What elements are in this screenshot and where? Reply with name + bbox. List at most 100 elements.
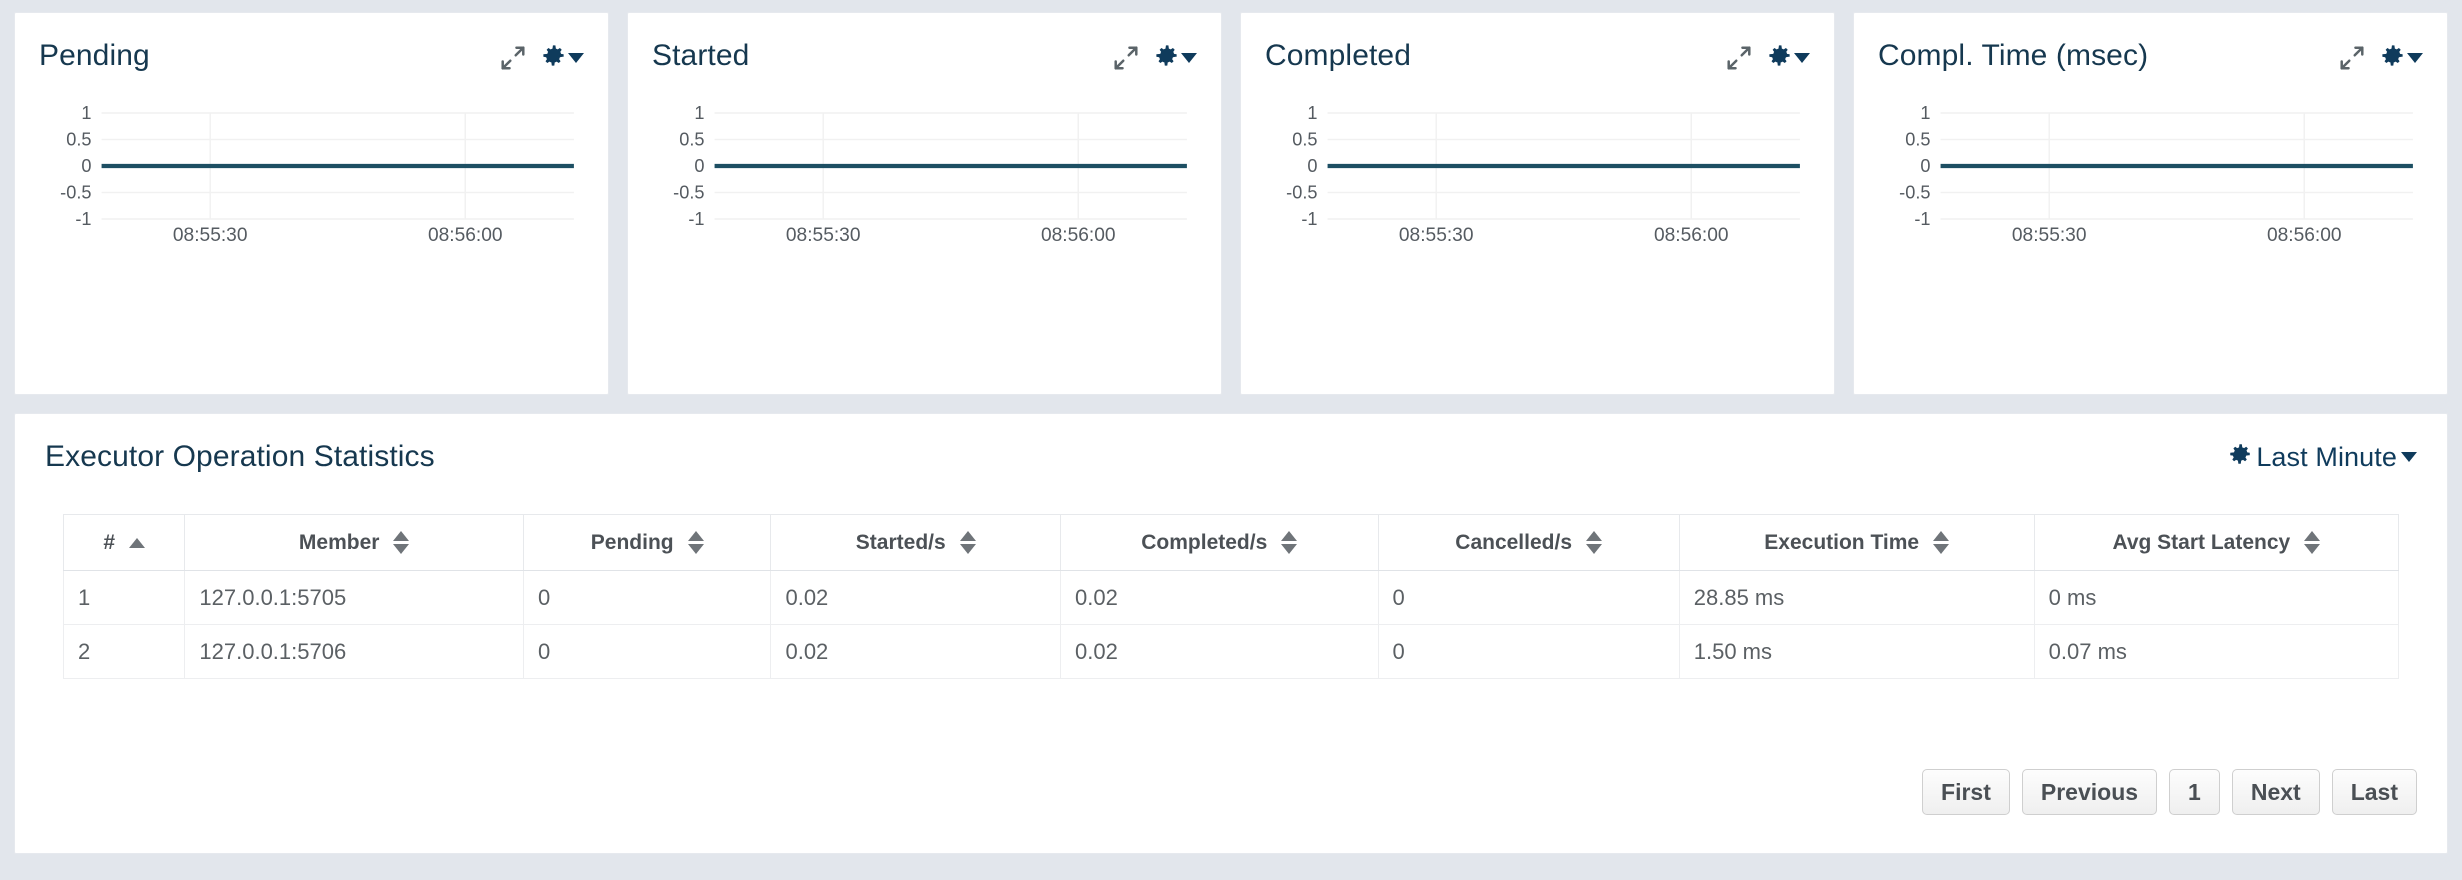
panel-header: Executor Operation Statistics Last Minut… <box>45 440 2417 474</box>
header-inner: Cancelled/s <box>1389 531 1669 555</box>
pagination-last-button[interactable]: Last <box>2331 769 2417 815</box>
y-axis-tick-label: 1 <box>694 103 704 123</box>
gear-icon <box>540 42 567 74</box>
executor-statistics-panel: Executor Operation Statistics Last Minut… <box>14 413 2448 854</box>
sort-ascending-icon[interactable] <box>129 537 146 548</box>
chart-card-0: Pending 1 0.5 0 -0.5 -1 08:55:30 08:56:00 <box>14 12 609 395</box>
sort-up-icon <box>2304 531 2321 541</box>
sort-down-icon <box>393 544 410 554</box>
chart-title: Started <box>652 39 750 72</box>
table-header-completed-s[interactable]: Completed/s <box>1060 514 1379 571</box>
table-cell: 0 <box>523 570 772 625</box>
pagination-next-button[interactable]: Next <box>2231 769 2320 815</box>
table-header-started-s[interactable]: Started/s <box>770 514 1061 571</box>
chart-plot-area: 1 0.5 0 -0.5 -1 08:55:30 08:56:00 <box>652 103 1197 253</box>
chart-plot-area: 1 0.5 0 -0.5 -1 08:55:30 08:56:00 <box>1878 103 2423 253</box>
expand-arrows-icon[interactable] <box>1113 45 1139 71</box>
y-axis-tick-label: -0.5 <box>1286 183 1317 203</box>
table-row[interactable]: 1 127.0.0.1:5705 0 0.02 0.02 0 28.85 ms 0 ms <box>62 570 2400 625</box>
chevron-down-icon <box>1181 53 1197 63</box>
sort-toggle-icon[interactable] <box>393 531 410 554</box>
x-axis-tick-label: 08:55:30 <box>173 225 248 246</box>
table-cell: 0 <box>1378 624 1680 679</box>
chevron-down-icon <box>2407 53 2423 63</box>
table-cell: 2 <box>62 624 186 679</box>
chart-card-header: Completed <box>1265 39 1810 83</box>
sort-down-icon <box>1586 544 1603 554</box>
sort-up-icon <box>1586 531 1603 541</box>
pagination-page-1-button[interactable]: 1 <box>2169 769 2220 815</box>
table-cell: 0 <box>523 624 772 679</box>
header-inner: # <box>74 531 174 555</box>
table-row[interactable]: 2 127.0.0.1:5706 0 0.02 0.02 0 1.50 ms 0.07 ms <box>62 624 2400 679</box>
sort-down-icon <box>1281 544 1298 554</box>
table-header-member[interactable]: Member <box>184 514 524 571</box>
table-header-pending[interactable]: Pending <box>522 514 772 571</box>
y-axis-tick-label: 0.5 <box>679 130 704 150</box>
chart-card-header: Pending <box>39 39 584 83</box>
y-axis-tick-label: -1 <box>688 209 704 229</box>
header-inner: Started/s <box>781 531 1050 555</box>
table-cell: 0.02 <box>1060 570 1379 625</box>
x-axis-tick-label: 08:55:30 <box>1399 225 1474 246</box>
table-cell: 0.07 ms <box>2034 624 2400 679</box>
chart-settings-menu[interactable] <box>2379 42 2423 74</box>
y-axis-tick-label: -1 <box>1914 209 1930 229</box>
sparkline-svg: 1 0.5 0 -0.5 -1 08:55:30 08:56:00 <box>673 103 1187 246</box>
chart-title: Pending <box>39 39 150 72</box>
table-header-[interactable]: # <box>62 514 186 571</box>
y-axis-tick-label: 0 <box>81 156 91 176</box>
x-axis-tick-label: 08:56:00 <box>1041 225 1116 246</box>
header-inner: Avg Start Latency <box>2045 531 2388 555</box>
y-axis-tick-label: 0.5 <box>66 130 91 150</box>
chart-title: Completed <box>1265 39 1411 72</box>
chart-settings-menu[interactable] <box>540 42 584 74</box>
sort-toggle-icon[interactable] <box>1281 531 1298 554</box>
sort-down-icon <box>687 544 704 554</box>
table-body: 1 127.0.0.1:5705 0 0.02 0.02 0 28.85 ms 0 ms 2 12… <box>62 570 2400 679</box>
sort-up-icon <box>393 531 410 541</box>
charts-row: Pending 1 0.5 0 -0.5 -1 08:55:30 08:56:00 Starte… <box>14 12 2448 395</box>
sort-toggle-icon[interactable] <box>1586 531 1603 554</box>
table-cell: 0.02 <box>770 624 1061 679</box>
y-axis-tick-label: 0.5 <box>1292 130 1317 150</box>
chart-card-actions <box>1113 39 1197 74</box>
pagination-previous-button[interactable]: Previous <box>2021 769 2158 815</box>
column-label: Completed/s <box>1141 530 1268 554</box>
expand-arrows-icon[interactable] <box>2339 45 2365 71</box>
table-header-cancelled-s[interactable]: Cancelled/s <box>1377 514 1680 571</box>
y-axis-tick-label: -0.5 <box>1899 183 1930 203</box>
sort-up-icon <box>687 531 704 541</box>
sort-down-icon <box>2304 544 2321 554</box>
sort-down-icon <box>959 544 976 554</box>
column-label: Avg Start Latency <box>2112 530 2291 554</box>
y-axis-tick-label: 0 <box>1920 156 1930 176</box>
chart-card-header: Started <box>652 39 1197 83</box>
sort-toggle-icon[interactable] <box>687 531 704 554</box>
table-header-avg-start-latency[interactable]: Avg Start Latency <box>2033 514 2400 571</box>
sort-toggle-icon[interactable] <box>959 531 976 554</box>
table-cell: 127.0.0.1:5706 <box>184 624 524 679</box>
table-cell: 1.50 ms <box>1679 624 2035 679</box>
sparkline-svg: 1 0.5 0 -0.5 -1 08:55:30 08:56:00 <box>60 103 574 246</box>
table-header-row: # Member Pending Started/s Completed/s Cancel… <box>62 514 2400 571</box>
header-inner: Pending <box>534 531 761 555</box>
sort-up-icon <box>1281 531 1298 541</box>
chart-settings-menu[interactable] <box>1153 42 1197 74</box>
sort-toggle-icon[interactable] <box>2304 531 2321 554</box>
chart-card-actions <box>1726 39 1810 74</box>
table-cell: 127.0.0.1:5705 <box>184 570 524 625</box>
executor-statistics-table: # Member Pending Started/s Completed/s Cancel… <box>62 514 2400 679</box>
column-label: Member <box>298 530 380 554</box>
gear-icon <box>1153 42 1180 74</box>
expand-arrows-icon[interactable] <box>1726 45 1752 71</box>
expand-arrows-icon[interactable] <box>500 45 526 71</box>
time-range-selector[interactable]: Last Minute <box>2227 441 2417 474</box>
chart-settings-menu[interactable] <box>1766 42 1810 74</box>
sort-toggle-icon[interactable] <box>1933 531 1950 554</box>
x-axis-tick-label: 08:55:30 <box>2012 225 2087 246</box>
table-header-execution-time[interactable]: Execution Time <box>1678 514 2035 571</box>
pagination-first-button[interactable]: First <box>1922 769 2010 815</box>
gear-icon <box>2227 441 2253 474</box>
y-axis-tick-label: 1 <box>1307 103 1317 123</box>
